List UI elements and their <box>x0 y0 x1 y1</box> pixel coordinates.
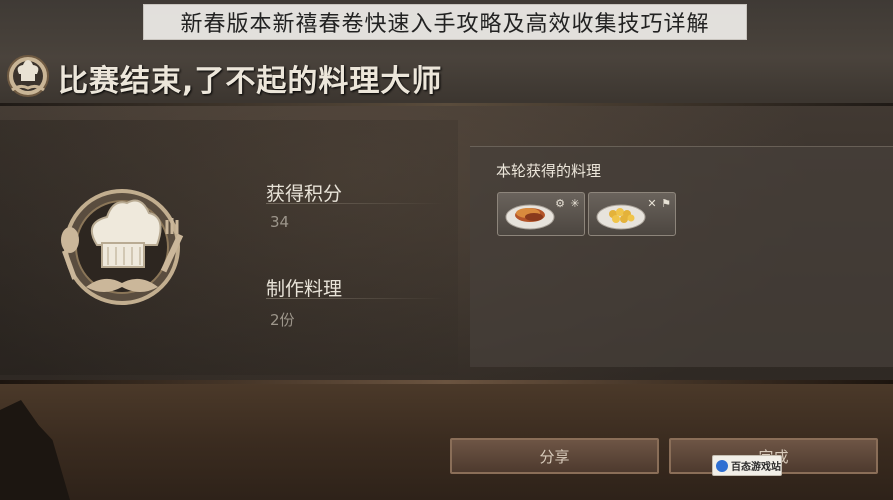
points-divider <box>266 203 444 204</box>
chef-hat-badge-icon <box>7 55 49 97</box>
dishes-made-divider <box>266 298 444 299</box>
site-watermark: 百态游戏站 <box>712 455 782 476</box>
header-divider <box>0 103 893 106</box>
chef-emblem-icon <box>61 189 184 305</box>
table-edge-line <box>0 380 893 384</box>
dishes-made-value: 2份 <box>270 311 295 329</box>
sandwich-dish-icon <box>505 204 555 230</box>
article-title: 新春版本新禧春卷快速入手攻略及高效收集技巧详解 <box>143 4 747 40</box>
watermark-logo-icon <box>716 459 728 472</box>
points-label: 获得积分 <box>266 183 343 205</box>
obtained-dishes-heading: 本轮获得的料理 <box>496 162 602 180</box>
dishes-made-label: 制作料理 <box>266 278 343 300</box>
flag-tag-icon: ⚑ <box>661 196 671 210</box>
dumpling-dish-icon <box>596 204 646 230</box>
share-button[interactable]: 分享 <box>450 438 659 474</box>
gear-tag-icon: ⚙ <box>555 196 565 210</box>
dish-card[interactable]: ⚙ ✳ <box>497 192 585 236</box>
match-result-title: 比赛结束,了不起的料理大师 <box>58 64 443 99</box>
points-value: 34 <box>270 213 290 231</box>
knife-tag-icon: ✕ <box>647 196 657 210</box>
sparkle-tag-icon: ✳ <box>570 196 580 210</box>
dish-card[interactable]: ✕ ⚑ <box>588 192 676 236</box>
watermark-text: 百态游戏站 <box>731 462 781 473</box>
